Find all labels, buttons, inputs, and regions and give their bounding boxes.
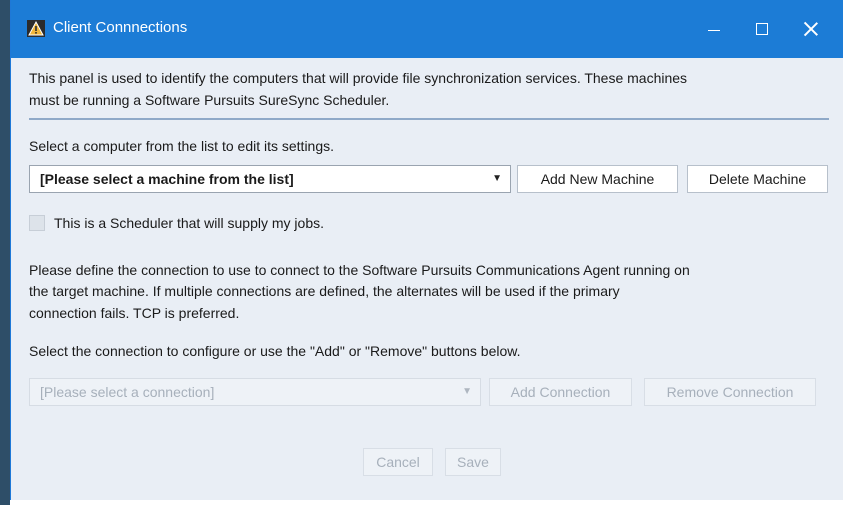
machine-select-value: [Please select a machine from the list] — [40, 171, 294, 187]
bottom-edge — [10, 500, 843, 505]
connection-desc-line-2: the target machine. If multiple connecti… — [29, 283, 620, 299]
add-new-machine-button[interactable]: Add New Machine — [517, 165, 678, 193]
machine-select[interactable]: [Please select a machine from the list] … — [29, 165, 511, 193]
connection-select[interactable]: [Please select a connection] ▼ — [29, 378, 481, 406]
connection-desc-line-1: Please define the connection to use to c… — [29, 262, 690, 278]
background-strip — [0, 0, 10, 505]
intro-text-line-1: This panel is used to identify the compu… — [29, 70, 688, 86]
section-divider — [29, 118, 829, 120]
client-connections-window: Client Connnections This panel is used t… — [10, 0, 843, 500]
machine-prompt: Select a computer from the list to edit … — [29, 138, 335, 154]
window-title: Client Connnections — [53, 19, 188, 36]
title-bar[interactable]: Client Connnections — [11, 0, 843, 58]
connection-select-value: [Please select a connection] — [40, 384, 215, 400]
dropdown-arrow-icon: ▼ — [492, 173, 502, 184]
close-button[interactable] — [787, 0, 835, 58]
delete-machine-button[interactable]: Delete Machine — [687, 165, 828, 193]
maximize-icon — [756, 23, 768, 35]
intro-text-line-2: must be running a Software Pursuits Sure… — [29, 92, 390, 108]
dropdown-arrow-icon: ▼ — [462, 386, 472, 397]
add-connection-button[interactable]: Add Connection — [489, 378, 632, 406]
save-button[interactable]: Save — [445, 448, 501, 476]
connection-prompt: Select the connection to configure or us… — [29, 343, 521, 359]
app-icon — [27, 20, 45, 37]
remove-connection-button[interactable]: Remove Connection — [644, 378, 816, 406]
close-icon — [804, 22, 818, 36]
dialog-body: This panel is used to identify the compu… — [11, 58, 843, 500]
minimize-icon — [708, 29, 720, 31]
connection-desc-line-3: connection fails. TCP is preferred. — [29, 305, 240, 321]
cancel-button[interactable]: Cancel — [363, 448, 433, 476]
minimize-button[interactable] — [690, 0, 738, 58]
scheduler-checkbox[interactable] — [29, 215, 45, 231]
maximize-button[interactable] — [738, 0, 786, 58]
scheduler-checkbox-label[interactable]: This is a Scheduler that will supply my … — [54, 213, 324, 233]
